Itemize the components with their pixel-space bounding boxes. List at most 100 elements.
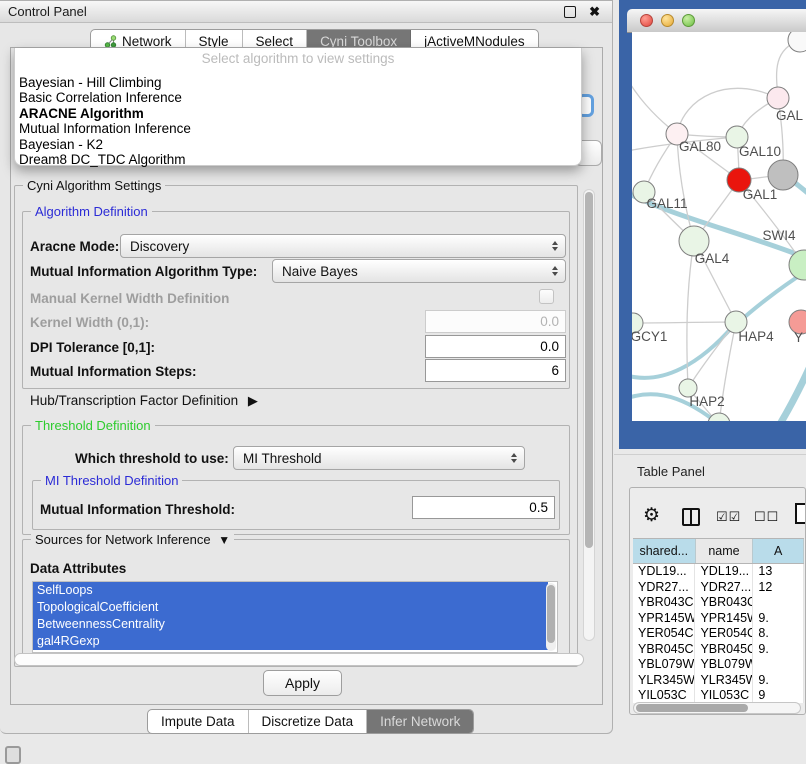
table-row[interactable]: YBR045CYBR045C9. [633,642,804,658]
attributes-scroll-thumb[interactable] [547,585,555,643]
network-node-gal-cut[interactable] [767,87,789,109]
table-cell: YBL079W [695,657,753,673]
table-row[interactable]: YDL19...YDL19...13 [633,564,804,580]
table-cell: 9. [753,673,804,689]
table-row[interactable]: YIL053CYIL053C9 [633,688,804,703]
algorithm-dropdown-placeholder: Select algorithm to view settings [15,51,581,66]
manual-kernel-checkbox[interactable] [539,289,554,304]
node-label-gcy1: GCY1 [632,329,667,344]
hub-tf-definition-label: Hub/Transcription Factor Definition [30,393,238,408]
float-icon[interactable] [564,6,576,18]
table-cell: 9. [753,611,804,627]
mi-type-combobox[interactable]: Naive Bayes [272,259,566,283]
settings-scroll-thumb[interactable] [585,192,593,548]
settings-horizontal-scrollbar[interactable] [14,653,584,666]
table-body: YDL19...YDL19...13YDR27...YDR27...12YBR0… [633,564,804,703]
table-cell: YDR27... [633,580,695,596]
network-node-bottom-partial[interactable] [708,413,730,421]
mi-steps-value: 6 [551,363,559,378]
data-attributes-list[interactable]: SelfLoopsTopologicalCoefficientBetweenne… [32,581,558,653]
attribute-item-gal4rgexp[interactable]: gal4RGexp [33,633,548,650]
table-cell: YDR27... [695,580,753,596]
app-root: Control Panel ✖ NetworkStyleSelectCyni T… [0,0,806,762]
mi-steps-field[interactable]: 6 [425,359,566,382]
column-header-name[interactable]: name [696,539,754,563]
spinner-arrows-icon [552,241,558,251]
node-label-gal11: GAL11 [646,196,687,211]
control-panel-title: Control Panel [0,4,87,19]
which-threshold-combobox[interactable]: MI Threshold [233,446,525,470]
sources-legend-label: Sources for Network Inference [35,532,211,547]
table-row[interactable]: YLR345WYLR345W9. [633,673,804,689]
table-cell: YLR345W [695,673,753,689]
control-panel-titlebar[interactable]: Control Panel ✖ [0,1,612,23]
kernel-width-value: 0.0 [540,314,559,329]
node-label-gal80: GAL80 [679,139,721,154]
apply-button[interactable]: Apply [263,670,342,696]
table-cell: YBR043C [633,595,695,611]
table-cell: 12 [753,580,804,596]
aracne-mode-combobox[interactable]: Discovery [120,234,566,258]
apply-button-label: Apply [285,675,320,691]
table-scroll-thumb[interactable] [636,704,748,712]
column-header-shared[interactable]: shared... [633,539,696,563]
attribute-item-betweennesscentrality[interactable]: BetweennessCentrality [33,616,548,633]
attributes-list-scrollbar[interactable] [546,583,556,651]
table-cell: YBR045C [695,642,753,658]
node-label-hap2: HAP2 [689,394,724,409]
table-horizontal-scrollbar[interactable] [633,702,801,714]
bottom-tab-impute-data[interactable]: Impute Data [148,710,249,733]
table-row[interactable]: YPR145WYPR145W9. [633,611,804,627]
node-label-gal10: GAL10 [739,144,781,159]
zoom-traffic-light-icon[interactable] [682,14,695,27]
dpi-tolerance-field[interactable]: 0.0 [425,335,566,358]
minimize-traffic-light-icon[interactable] [661,14,674,27]
column-header-a[interactable]: A [753,539,804,563]
columns-icon[interactable] [682,508,700,526]
table-cell: 9 [753,688,804,703]
attribute-item-selfloops[interactable]: SelfLoops [33,582,548,599]
table-cell: YER054C [695,626,753,642]
table-row[interactable]: YDR27...YDR27...12 [633,580,804,596]
network-canvas[interactable]: GALGAL80GAL10GAL1GAL11GAL4SWI4GCY1HAP4YH… [632,32,806,421]
settings-vertical-scrollbar[interactable] [583,189,595,641]
close-traffic-light-icon[interactable] [640,14,653,27]
gear-icon[interactable]: ⚙ [643,504,660,527]
network-node-gray-node[interactable] [768,160,798,190]
mi-type-value: Naive Bayes [282,264,358,279]
algorithm-option-bayesian-k2[interactable]: Bayesian - K2 [19,137,577,152]
table-panel: ⚙ ☑☑ ☐☐ shared...nameA YDL19...YDL19...1… [629,487,806,715]
hub-tf-definition-toggle[interactable]: Hub/Transcription Factor Definition ▶ [30,393,258,409]
attribute-item-topologicalcoefficient[interactable]: TopologicalCoefficient [33,599,548,616]
cyni-settings-legend: Cyni Algorithm Settings [23,178,165,193]
table-row[interactable]: YBR043CYBR043C [633,595,804,611]
table-row[interactable]: YER054CYER054C8. [633,626,804,642]
minimized-panel-icon[interactable] [5,746,21,764]
close-icon[interactable]: ✖ [589,3,600,20]
mi-threshold-field[interactable]: 0.5 [412,496,555,519]
algorithm-option-bayesian-hill-climbing[interactable]: Bayesian - Hill Climbing [19,75,577,90]
table-cell: YBR043C [695,595,753,611]
table-cell: YER054C [633,626,695,642]
algorithm-option-mutual-information-inference[interactable]: Mutual Information Inference [19,121,577,136]
table-cell: YBL079W [633,657,695,673]
network-window-titlebar[interactable] [627,9,806,33]
select-all-checkboxes-icon[interactable]: ☑☑ [716,509,741,525]
node-table: shared...nameA YDL19...YDL19...13YDR27..… [633,538,804,703]
sources-legend[interactable]: Sources for Network Inference ▼ [31,532,234,547]
table-cell: YPR145W [633,611,695,627]
table-cell: YLR345W [633,673,695,689]
algorithm-dropdown-popup: Select algorithm to view settings Bayesi… [14,48,582,166]
document-icon[interactable] [795,503,806,524]
algorithm-option-basic-correlation-inference[interactable]: Basic Correlation Inference [19,90,577,105]
algorithm-option-dream8-dc-tdc-algorithm[interactable]: Dream8 DC_TDC Algorithm [19,152,577,167]
kernel-width-field[interactable]: 0.0 [425,310,566,333]
algorithm-option-aracne-algorithm[interactable]: ARACNE Algorithm [19,106,577,121]
deselect-all-checkboxes-icon[interactable]: ☐☐ [754,509,779,525]
bottom-tab-discretize-data[interactable]: Discretize Data [249,710,368,733]
bottom-tab-infer-network[interactable]: Infer Network [367,710,473,733]
network-node-top-partial[interactable] [788,32,806,52]
table-row[interactable]: YBL079WYBL079W [633,657,804,673]
network-edge [633,322,736,323]
collapsed-arrow-icon: ▶ [248,393,258,408]
